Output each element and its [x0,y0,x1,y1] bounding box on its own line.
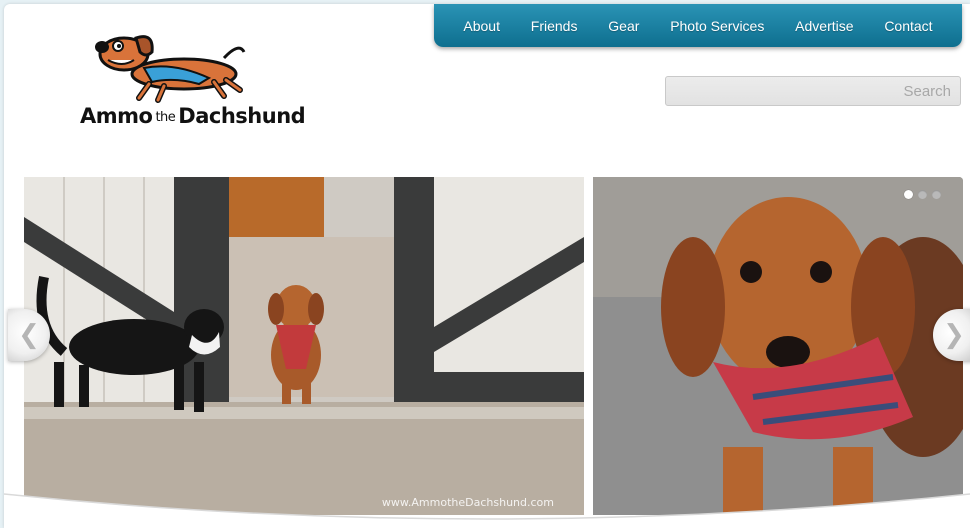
slider-bottom-curve [4,493,970,528]
logo-text-the: the [155,109,176,125]
slider-dot-3[interactable] [932,190,941,199]
logo-text-dachshund: Dachshund [178,104,306,128]
nav-contact[interactable]: Contact [884,18,932,34]
site-logo[interactable]: Ammo the Dachshund [74,22,306,134]
slider-pagination [904,190,941,199]
logo-text-ammo: Ammo [80,104,153,128]
chevron-right-icon: ❯ [943,320,965,350]
nav-friends[interactable]: Friends [531,18,578,34]
slider-dot-1[interactable] [904,190,913,199]
main-nav: About Friends Gear Photo Services Advert… [434,4,962,47]
nav-about[interactable]: About [463,18,500,34]
slide-image-dog-closeup [593,177,963,515]
nav-advertise[interactable]: Advertise [795,18,853,34]
logo-wordmark: Ammo the Dachshund [80,104,306,128]
nav-photo-services[interactable]: Photo Services [670,18,764,34]
nav-gear[interactable]: Gear [608,18,639,34]
dog-closeup-photo [593,177,963,515]
page: Ammo the Dachshund About Friends Gear Phot… [4,4,970,528]
search-input[interactable] [665,76,961,106]
slide-image-barn: www.AmmotheDachshund.com [24,177,584,515]
chevron-left-icon: ❮ [18,320,40,350]
barn-photo [24,177,584,515]
slider-dot-2[interactable] [918,190,927,199]
